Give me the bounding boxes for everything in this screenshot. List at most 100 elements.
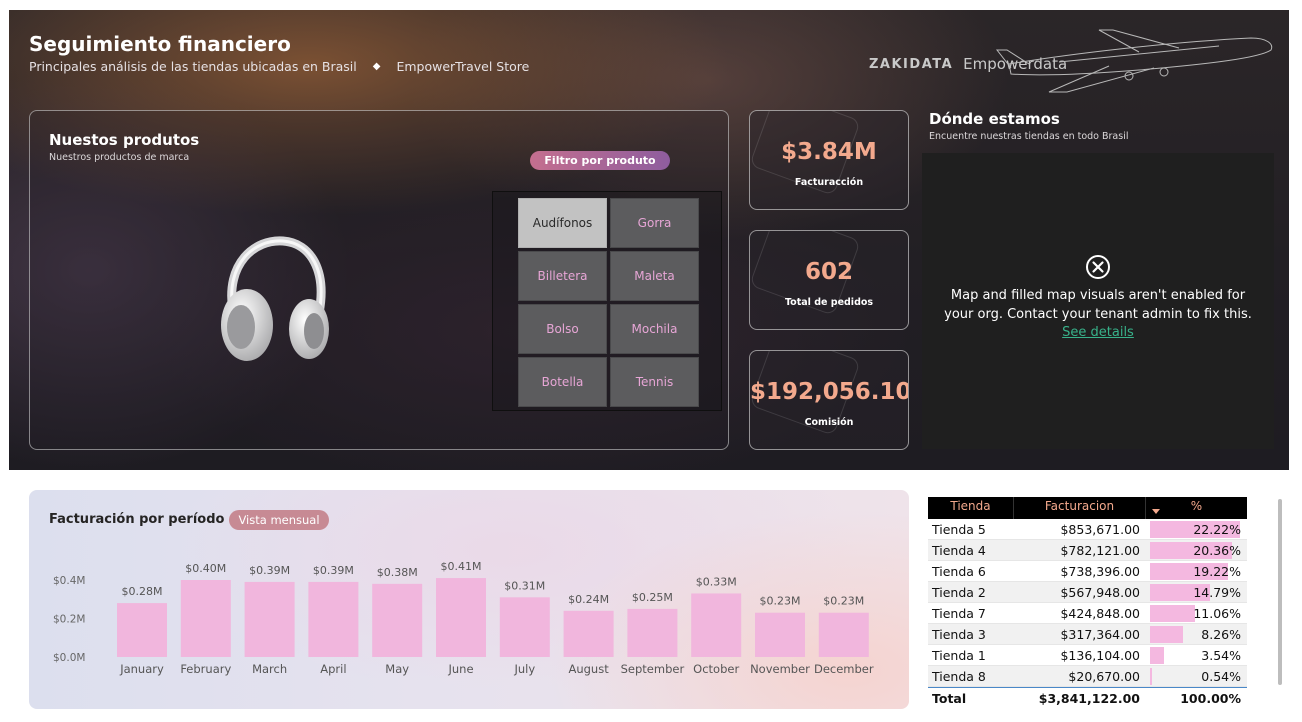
report-header-area: Seguimiento financiero Principales análi… xyxy=(9,10,1289,470)
table-body: Tienda 5 $853,671.00 22.22% Tienda 4 $782,12… xyxy=(928,519,1247,687)
sort-descending-icon[interactable] xyxy=(1152,509,1160,514)
bar-data-label: $0.39M xyxy=(249,564,290,577)
table-row[interactable]: Tienda 2 $567,948.00 14.79% xyxy=(928,582,1247,603)
table-row[interactable]: Tienda 6 $738,396.00 19.22% xyxy=(928,561,1247,582)
chart-bar[interactable] xyxy=(755,612,805,657)
report-page: Seguimiento financiero Principales análi… xyxy=(0,0,1302,722)
map-subtitle: Encuentre nuestras tiendas en todo Brasi… xyxy=(929,131,1129,142)
percent-data-bar xyxy=(1150,604,1195,622)
cell-tienda: Tienda 6 xyxy=(932,563,986,579)
cell-tienda: Tienda 1 xyxy=(932,647,986,663)
chart-bar[interactable] xyxy=(308,581,359,657)
product-button[interactable]: Gorra xyxy=(610,198,699,248)
cell-tienda: Tienda 8 xyxy=(932,668,986,684)
y-tick-label: $0.2M xyxy=(53,614,85,626)
total-label: Total xyxy=(932,691,967,706)
x-tick-label: November xyxy=(750,662,810,676)
chart-bar[interactable] xyxy=(499,597,550,657)
cell-facturacion: $317,364.00 xyxy=(1060,626,1140,642)
kpi-value: $192,056.10 xyxy=(750,379,909,405)
product-button[interactable]: Billetera xyxy=(518,251,607,301)
table-row[interactable]: Tienda 8 $20,670.00 0.54% xyxy=(928,666,1247,687)
percent-value: 22.22% xyxy=(1193,521,1241,537)
chart-bar[interactable] xyxy=(627,608,678,657)
cell-facturacion: $782,121.00 xyxy=(1060,542,1140,558)
cell-tienda: Tienda 7 xyxy=(932,605,986,621)
scrollbar-thumb[interactable] xyxy=(1278,499,1282,685)
kpi-label: Facturacción xyxy=(794,177,864,188)
table-row[interactable]: Tienda 7 $424,848.00 11.06% xyxy=(928,603,1247,624)
product-filter-label: Filtro por produto xyxy=(530,151,670,170)
map-title: Dónde estamos xyxy=(929,110,1060,128)
chart-bar[interactable] xyxy=(436,578,486,657)
cell-percent: 3.54% xyxy=(1146,645,1247,666)
table-row[interactable]: Tienda 3 $317,364.00 8.26% xyxy=(928,624,1247,645)
column-header-tienda[interactable]: Tienda xyxy=(928,497,1014,519)
kpi-card-revenue: $3.84M Facturacción xyxy=(749,110,909,210)
x-tick-label: October xyxy=(693,662,739,676)
kpi-value: $3.84M xyxy=(781,139,877,165)
bar-data-label: $0.39M xyxy=(313,564,354,577)
chart-bar[interactable] xyxy=(117,603,167,657)
map-visual: Map and filled map visuals aren't enable… xyxy=(922,153,1274,449)
table-row[interactable]: Tienda 1 $136,104.00 3.54% xyxy=(928,645,1247,666)
diamond-icon: ◆ xyxy=(372,61,381,72)
percent-value: 14.79% xyxy=(1193,584,1241,600)
store-name: EmpowerTravel Store xyxy=(396,59,530,74)
total-percent: 100.00% xyxy=(1180,691,1241,706)
product-button[interactable]: Audífonos xyxy=(518,198,607,248)
chart-bar[interactable] xyxy=(691,593,742,657)
page-title: Seguimiento financiero xyxy=(29,32,291,56)
column-header-facturacion[interactable]: Facturacion xyxy=(1014,497,1146,519)
close-circle-icon xyxy=(1086,255,1110,279)
cell-tienda: Tienda 3 xyxy=(932,626,986,642)
product-button[interactable]: Tennis xyxy=(610,357,699,407)
cell-percent: 11.06% xyxy=(1146,603,1247,624)
map-error-text: Map and filled map visuals aren't enable… xyxy=(944,288,1252,322)
kpi-value: 602 xyxy=(804,259,853,285)
percent-value: 8.26% xyxy=(1201,626,1241,642)
bar-data-label: $0.41M xyxy=(441,560,482,573)
chart-bar[interactable] xyxy=(563,610,614,657)
chart-bar[interactable] xyxy=(818,612,869,657)
revenue-bar-chart: $0.0M $0.2M $0.4M $0.28M January $0.40M Februa… xyxy=(53,560,874,676)
headphones-image xyxy=(221,236,329,361)
x-tick-label: February xyxy=(180,662,231,676)
table-row[interactable]: Tienda 4 $782,121.00 20.36% xyxy=(928,540,1247,561)
column-header-percent[interactable]: % xyxy=(1146,497,1247,519)
cell-facturacion: $20,670.00 xyxy=(1068,668,1140,684)
product-button[interactable]: Botella xyxy=(518,357,607,407)
cell-tienda: Tienda 4 xyxy=(932,542,986,558)
cell-facturacion: $424,848.00 xyxy=(1060,605,1140,621)
cell-percent: 22.22% xyxy=(1146,519,1247,540)
chart-bar[interactable] xyxy=(180,580,231,657)
kpi-label: Comisión xyxy=(804,417,854,428)
total-percent-cell: 100.00% xyxy=(1146,688,1247,709)
product-button[interactable]: Maleta xyxy=(610,251,699,301)
products-subtitle: Nuestros productos de marca xyxy=(49,152,190,163)
map-error-message: Map and filled map visuals aren't enable… xyxy=(937,287,1259,343)
percent-data-bar xyxy=(1150,625,1184,643)
table-scrollbar[interactable] xyxy=(1276,497,1284,687)
bar-data-label: $0.33M xyxy=(696,575,737,588)
bar-data-label: $0.23M xyxy=(760,595,801,608)
airplane-icon xyxy=(995,29,1273,93)
percent-data-bar xyxy=(1150,646,1165,664)
revenue-chart-card: Facturación por período Vista mensual $0… xyxy=(29,490,909,709)
bar-data-label: $0.25M xyxy=(632,591,673,604)
percent-value: 3.54% xyxy=(1201,647,1241,663)
product-button[interactable]: Bolso xyxy=(518,304,607,354)
see-details-link[interactable]: See details xyxy=(1062,325,1134,340)
cell-facturacion: $853,671.00 xyxy=(1060,521,1140,537)
cell-percent: 14.79% xyxy=(1146,582,1247,603)
cell-percent: 19.22% xyxy=(1146,561,1247,582)
chart-bar[interactable] xyxy=(372,583,423,657)
table-header: Tienda Facturacion % xyxy=(928,497,1247,519)
x-tick-label: March xyxy=(252,662,287,676)
chart-bar[interactable] xyxy=(244,581,295,657)
product-button[interactable]: Mochila xyxy=(610,304,699,354)
store-table-grid: Tienda Facturacion % Tienda 5 $853,671.00… xyxy=(928,497,1247,709)
bar-data-label: $0.38M xyxy=(377,566,418,579)
x-tick-label: July xyxy=(513,662,535,676)
table-row[interactable]: Tienda 5 $853,671.00 22.22% xyxy=(928,519,1247,540)
